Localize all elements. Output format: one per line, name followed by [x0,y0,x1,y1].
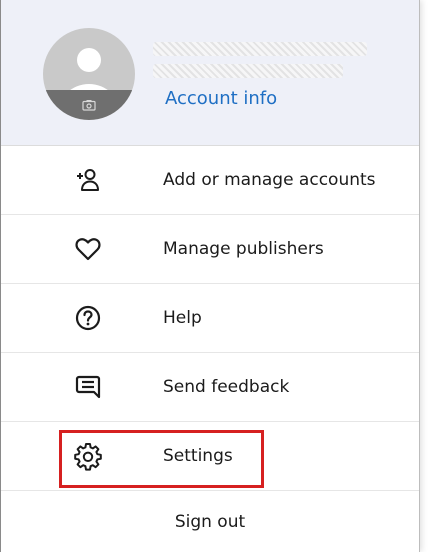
menu-item-send-feedback[interactable]: Send feedback [1,353,419,422]
avatar-head [77,48,101,72]
menu-item-manage-publishers[interactable]: Manage publishers [1,215,419,284]
feedback-icon [71,370,105,404]
account-menu-panel: Account info Add or manage accounts Mana… [0,0,420,552]
menu-item-label: Send feedback [163,377,290,397]
redacted-account-name [153,42,367,56]
heart-icon [71,232,105,266]
menu-item-settings[interactable]: Settings [1,422,419,491]
redacted-account-email [153,64,343,78]
add-person-icon [71,163,105,197]
account-info-link[interactable]: Account info [165,88,277,109]
gear-icon [71,439,105,473]
avatar-camera-strip[interactable] [43,90,135,120]
help-circle-icon [71,301,105,335]
camera-icon [82,96,96,115]
menu-item-label: Manage publishers [163,239,324,259]
account-menu-list: Add or manage accounts Manage publishers… [1,146,419,491]
menu-item-label: Settings [163,446,233,466]
avatar[interactable] [43,28,135,120]
menu-item-label: Help [163,308,202,328]
menu-item-label: Add or manage accounts [163,170,376,190]
menu-item-help[interactable]: Help [1,284,419,353]
sign-out-button[interactable]: Sign out [1,491,419,552]
menu-item-add-manage-accounts[interactable]: Add or manage accounts [1,146,419,215]
account-header: Account info [1,0,419,146]
